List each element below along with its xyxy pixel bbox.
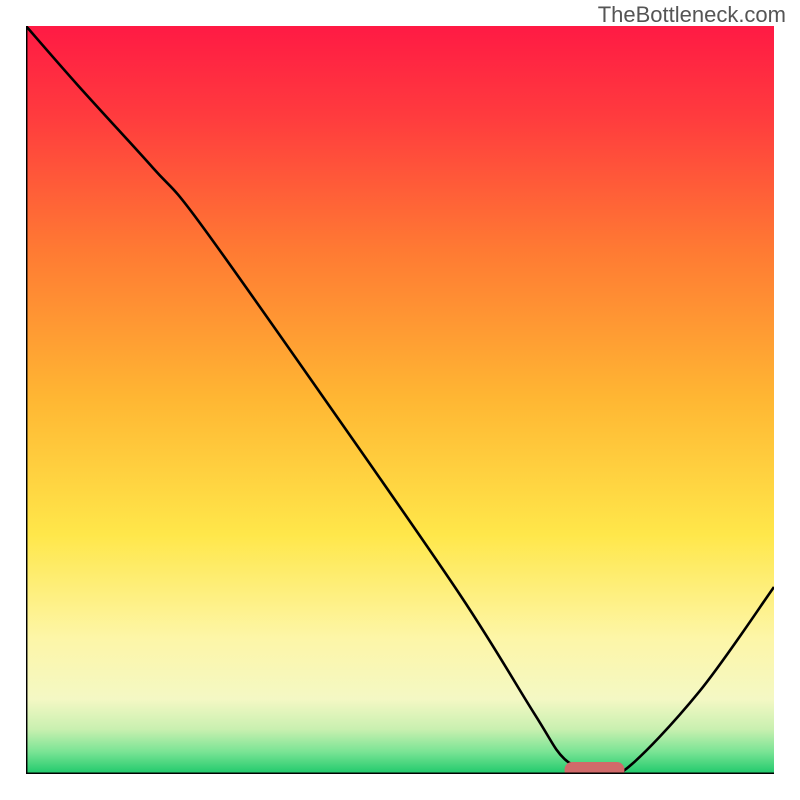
chart-plot-area: [26, 26, 774, 774]
optimal-range-marker: [565, 762, 625, 774]
chart-background-gradient: [26, 26, 774, 774]
bottleneck-chart: [26, 26, 774, 774]
watermark-text: TheBottleneck.com: [598, 2, 786, 28]
